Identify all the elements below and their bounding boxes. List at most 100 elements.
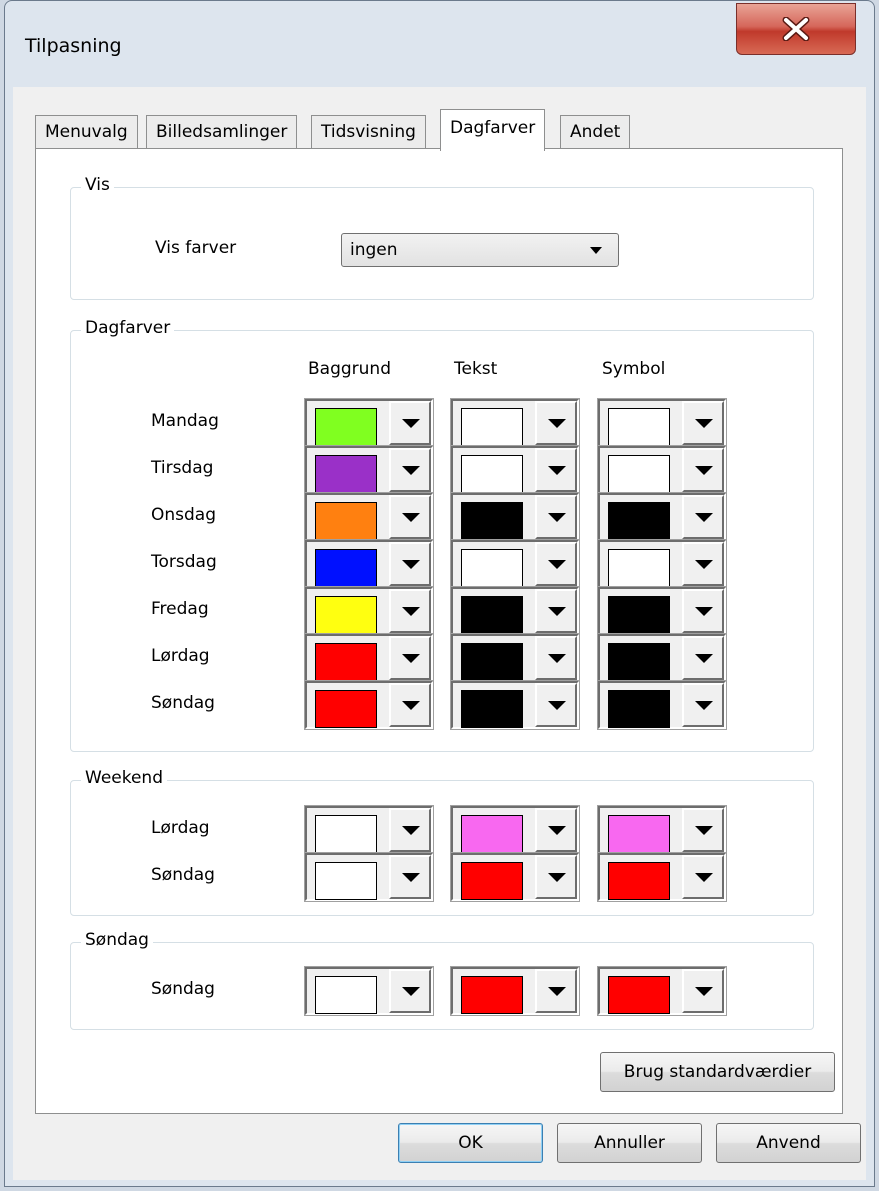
color-picker-torsdag-symbol[interactable] bbox=[597, 539, 727, 589]
chevron-down-icon bbox=[402, 701, 420, 710]
color-dropdown-button[interactable] bbox=[535, 808, 577, 852]
color-dropdown-button[interactable] bbox=[535, 683, 577, 727]
color-picker-sondag-tekst[interactable] bbox=[450, 852, 580, 902]
color-picker-lordag-tekst[interactable] bbox=[450, 805, 580, 855]
close-button[interactable] bbox=[736, 3, 856, 55]
color-picker-sondag-baggrund[interactable] bbox=[304, 966, 434, 1016]
day-label-sondag: Søndag bbox=[151, 865, 215, 885]
day-label-mandag: Mandag bbox=[151, 411, 219, 431]
color-swatch bbox=[315, 690, 377, 728]
vis-group: Vis Vis farver ingen bbox=[70, 175, 814, 300]
ok-button[interactable]: OK bbox=[398, 1123, 543, 1163]
vis-farver-value: ingen bbox=[350, 240, 398, 260]
color-dropdown-button[interactable] bbox=[682, 808, 724, 852]
color-picker-tirsdag-baggrund[interactable] bbox=[304, 445, 434, 495]
color-picker-fredag-tekst[interactable] bbox=[450, 586, 580, 636]
color-dropdown-button[interactable] bbox=[682, 683, 724, 727]
chevron-down-icon bbox=[402, 987, 420, 996]
color-picker-sondag-symbol[interactable] bbox=[597, 680, 727, 730]
color-dropdown-button[interactable] bbox=[535, 448, 577, 492]
color-dropdown-button[interactable] bbox=[389, 495, 431, 539]
color-dropdown-button[interactable] bbox=[682, 542, 724, 586]
color-picker-mandag-tekst[interactable] bbox=[450, 398, 580, 448]
color-picker-sondag-tekst[interactable] bbox=[450, 966, 580, 1016]
color-picker-sondag-baggrund[interactable] bbox=[304, 680, 434, 730]
day-label-torsdag: Torsdag bbox=[151, 552, 217, 572]
color-dropdown-button[interactable] bbox=[535, 855, 577, 899]
color-dropdown-button[interactable] bbox=[682, 636, 724, 680]
cancel-button[interactable]: Annuller bbox=[557, 1123, 702, 1163]
chevron-down-icon bbox=[695, 826, 713, 835]
color-picker-lordag-symbol[interactable] bbox=[597, 633, 727, 683]
color-picker-lordag-baggrund[interactable] bbox=[304, 633, 434, 683]
color-dropdown-button[interactable] bbox=[682, 855, 724, 899]
color-dropdown-button[interactable] bbox=[389, 683, 431, 727]
tab-menuvalg[interactable]: Menuvalg bbox=[35, 115, 138, 149]
color-picker-onsdag-tekst[interactable] bbox=[450, 492, 580, 542]
color-picker-torsdag-baggrund[interactable] bbox=[304, 539, 434, 589]
color-swatch bbox=[461, 549, 523, 587]
color-swatch bbox=[461, 502, 523, 540]
color-picker-mandag-symbol[interactable] bbox=[597, 398, 727, 448]
color-picker-sondag-tekst[interactable] bbox=[450, 680, 580, 730]
color-picker-fredag-baggrund[interactable] bbox=[304, 586, 434, 636]
apply-button[interactable]: Anvend bbox=[716, 1123, 861, 1163]
chevron-down-icon bbox=[695, 987, 713, 996]
color-picker-onsdag-baggrund[interactable] bbox=[304, 492, 434, 542]
weekend-group-title: Weekend bbox=[81, 768, 167, 788]
color-dropdown-button[interactable] bbox=[389, 401, 431, 445]
color-dropdown-button[interactable] bbox=[535, 589, 577, 633]
tab-andet[interactable]: Andet bbox=[560, 115, 631, 149]
color-picker-lordag-baggrund[interactable] bbox=[304, 805, 434, 855]
column-header-baggrund: Baggrund bbox=[308, 359, 391, 379]
vis-farver-dropdown[interactable]: ingen bbox=[341, 233, 619, 267]
tab-tidsvisning[interactable]: Tidsvisning bbox=[311, 115, 426, 149]
color-swatch bbox=[315, 815, 377, 853]
color-picker-sondag-symbol[interactable] bbox=[597, 852, 727, 902]
color-picker-mandag-baggrund[interactable] bbox=[304, 398, 434, 448]
color-dropdown-button[interactable] bbox=[389, 969, 431, 1013]
color-dropdown-button[interactable] bbox=[682, 448, 724, 492]
color-picker-tirsdag-symbol[interactable] bbox=[597, 445, 727, 495]
tab-dagfarver[interactable]: Dagfarver bbox=[440, 109, 546, 151]
color-dropdown-button[interactable] bbox=[389, 808, 431, 852]
chevron-down-icon bbox=[402, 873, 420, 882]
color-swatch bbox=[315, 408, 377, 446]
color-dropdown-button[interactable] bbox=[389, 448, 431, 492]
color-picker-sondag-symbol[interactable] bbox=[597, 966, 727, 1016]
color-picker-torsdag-tekst[interactable] bbox=[450, 539, 580, 589]
color-picker-tirsdag-tekst[interactable] bbox=[450, 445, 580, 495]
color-dropdown-button[interactable] bbox=[389, 636, 431, 680]
color-picker-lordag-tekst[interactable] bbox=[450, 633, 580, 683]
color-dropdown-button[interactable] bbox=[682, 495, 724, 539]
color-swatch bbox=[461, 815, 523, 853]
color-dropdown-button[interactable] bbox=[682, 401, 724, 445]
color-swatch bbox=[608, 643, 670, 681]
color-dropdown-button[interactable] bbox=[389, 855, 431, 899]
color-dropdown-button[interactable] bbox=[682, 589, 724, 633]
day-label-lordag: Lørdag bbox=[151, 818, 210, 838]
color-picker-fredag-symbol[interactable] bbox=[597, 586, 727, 636]
color-dropdown-button[interactable] bbox=[535, 969, 577, 1013]
color-dropdown-button[interactable] bbox=[389, 589, 431, 633]
color-dropdown-button[interactable] bbox=[389, 542, 431, 586]
color-swatch bbox=[315, 455, 377, 493]
chevron-down-icon bbox=[548, 826, 566, 835]
color-dropdown-button[interactable] bbox=[535, 542, 577, 586]
color-dropdown-button[interactable] bbox=[535, 401, 577, 445]
tab-billedsamlinger[interactable]: Billedsamlinger bbox=[146, 115, 298, 149]
column-header-symbol: Symbol bbox=[602, 359, 666, 379]
color-dropdown-button[interactable] bbox=[535, 636, 577, 680]
vis-group-title: Vis bbox=[81, 175, 114, 195]
sondag-group-title: Søndag bbox=[81, 930, 153, 950]
chevron-down-icon bbox=[695, 654, 713, 663]
color-picker-lordag-symbol[interactable] bbox=[597, 805, 727, 855]
color-dropdown-button[interactable] bbox=[682, 969, 724, 1013]
chevron-down-icon bbox=[402, 607, 420, 616]
color-picker-onsdag-symbol[interactable] bbox=[597, 492, 727, 542]
color-picker-sondag-baggrund[interactable] bbox=[304, 852, 434, 902]
chevron-down-icon bbox=[548, 701, 566, 710]
defaults-button[interactable]: Brug standardværdier bbox=[600, 1052, 835, 1092]
color-dropdown-button[interactable] bbox=[535, 495, 577, 539]
dialog-window: Tilpasning Menuvalg Billedsamlinger Tids… bbox=[4, 0, 875, 1187]
